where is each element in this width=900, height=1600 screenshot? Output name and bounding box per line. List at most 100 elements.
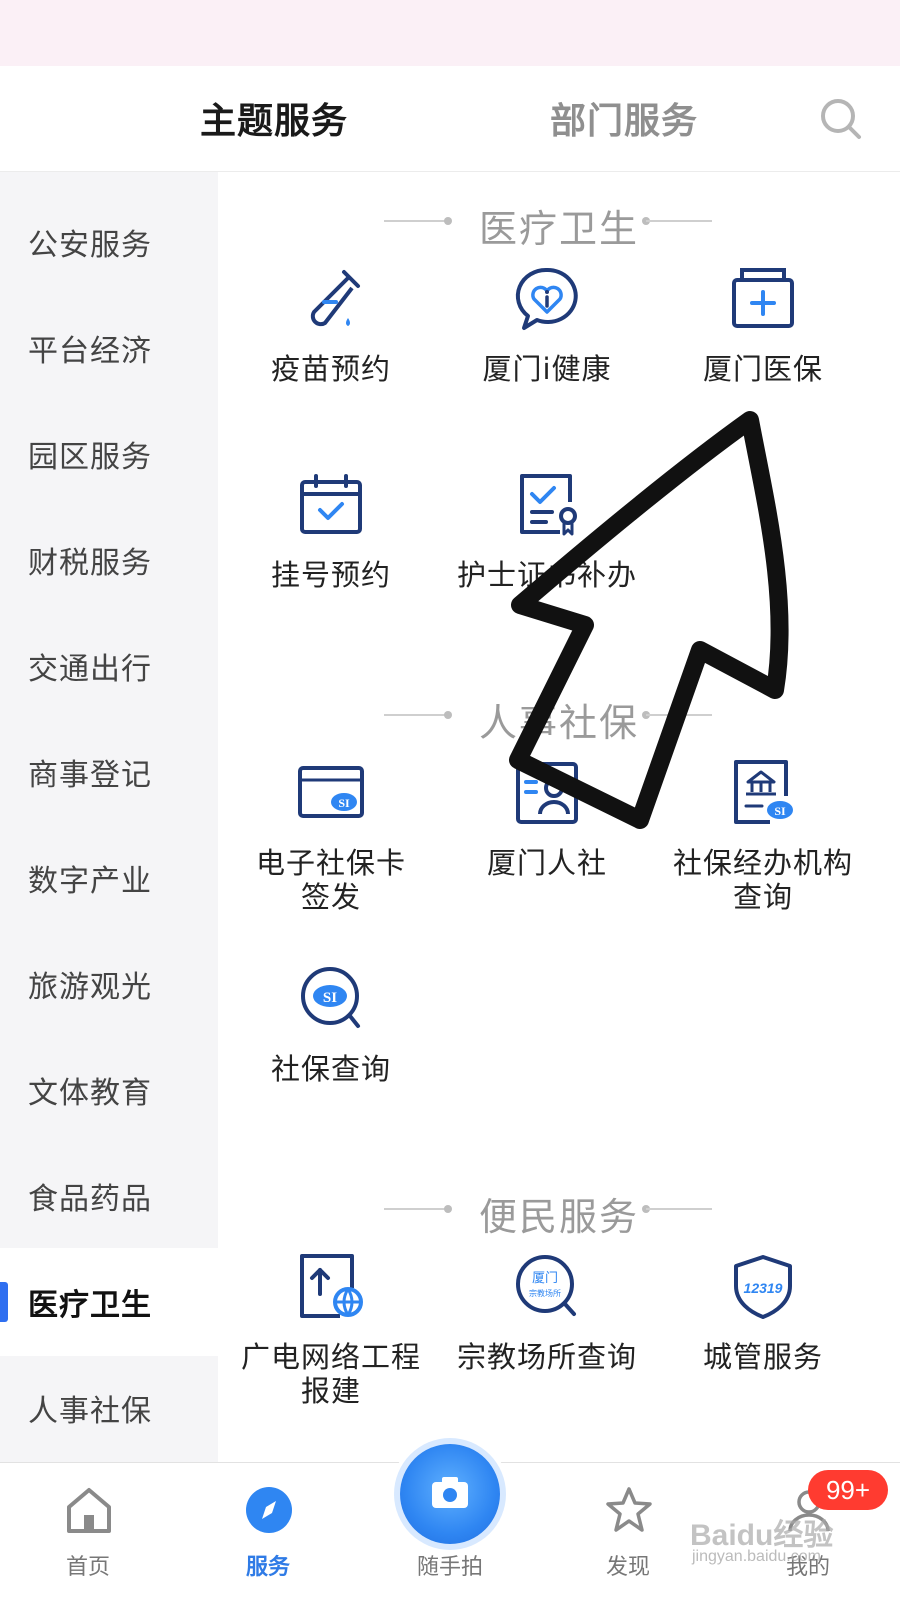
service-label: 社保经办机构 查询 bbox=[650, 846, 876, 914]
sidebar-item-food-drugs[interactable]: 食品药品 bbox=[0, 1142, 218, 1250]
service-broadcast-network-filing[interactable]: 广电网络工程 报建 bbox=[218, 1254, 444, 1434]
institution-doc-icon: SI bbox=[734, 760, 793, 824]
sidebar-item-label: 食品药品 bbox=[28, 1182, 152, 1217]
sidebar-item-park-services[interactable]: 园区服务 bbox=[0, 400, 218, 508]
nav-home[interactable]: 首页 bbox=[8, 1463, 168, 1600]
section-title-healthcare: 医疗卫生 bbox=[478, 207, 639, 251]
service-label: 电子社保卡 签发 bbox=[218, 846, 444, 914]
compass-icon bbox=[246, 1487, 292, 1533]
service-label-line: 广电网络工程 bbox=[240, 1340, 421, 1374]
icon-text-xiamen: 厦门 bbox=[532, 1271, 558, 1286]
service-vaccine-booking[interactable]: 疫苗预约 bbox=[218, 266, 444, 446]
medical-kit-icon bbox=[732, 268, 794, 328]
nav-services[interactable]: 服务 bbox=[188, 1463, 348, 1600]
certificate-icon bbox=[520, 474, 577, 536]
service-label: 护士证书补办 bbox=[456, 558, 637, 592]
sidebar-item-hr-social-security[interactable]: 人事社保 bbox=[0, 1354, 218, 1462]
sidebar-item-label: 旅游观光 bbox=[28, 970, 152, 1005]
id-card-icon bbox=[516, 762, 578, 824]
service-religious-venue-query[interactable]: 厦门 宗教场所 宗教场所查询 bbox=[434, 1254, 660, 1434]
upload-globe-icon bbox=[300, 1254, 363, 1318]
nav-label: 发现 bbox=[605, 1555, 650, 1580]
service-label-line: 签发 bbox=[300, 880, 361, 914]
icon-text-12319: 12319 bbox=[744, 1280, 783, 1296]
sidebar-item-label: 商事登记 bbox=[28, 758, 152, 793]
service-label: 挂号预约 bbox=[270, 558, 391, 592]
active-indicator bbox=[0, 1282, 8, 1322]
service-xiamen-ihealth[interactable]: 厦门i健康 bbox=[434, 266, 660, 446]
sidebar-item-label: 财税服务 bbox=[28, 546, 152, 581]
shield-12319-icon: 12319 bbox=[734, 1255, 792, 1319]
service-e-social-security-card[interactable]: SI 电子社保卡 签发 bbox=[218, 760, 444, 940]
nav-discover[interactable]: 发现 bbox=[548, 1463, 708, 1600]
section-divider-right bbox=[646, 220, 712, 222]
service-label: 厦门医保 bbox=[702, 352, 823, 386]
sidebar-item-label: 人事社保 bbox=[28, 1394, 152, 1429]
camera-button[interactable] bbox=[390, 1434, 510, 1554]
sidebar-item-label: 医疗卫生 bbox=[28, 1288, 152, 1323]
social-security-card-icon: SI bbox=[298, 766, 364, 818]
notification-badge: 99+ bbox=[808, 1470, 888, 1510]
service-label: 厦门人社 bbox=[486, 846, 607, 880]
nav-label: 首页 bbox=[65, 1555, 110, 1580]
service-label: 城管服务 bbox=[702, 1340, 823, 1374]
sidebar-item-transportation[interactable]: 交通出行 bbox=[0, 612, 218, 720]
sidebar-item-label: 数字产业 bbox=[28, 864, 152, 899]
camera-button-inner bbox=[400, 1444, 500, 1544]
service-registration-booking[interactable]: 挂号预约 bbox=[218, 472, 444, 652]
service-nurse-certificate-reissue[interactable]: 护士证书补办 bbox=[434, 472, 660, 652]
tab-topic-services[interactable]: 主题服务 bbox=[200, 92, 348, 144]
sidebar-item-healthcare[interactable]: 医疗卫生 bbox=[0, 1248, 218, 1356]
home-icon bbox=[67, 1488, 111, 1533]
svg-text:SI: SI bbox=[338, 796, 350, 810]
service-label-line: 社保经办机构 bbox=[672, 846, 853, 880]
social-security-search-icon: SI bbox=[301, 967, 360, 1028]
sidebar-item-label: 交通出行 bbox=[28, 652, 152, 687]
test-tube-icon bbox=[310, 270, 360, 327]
sidebar-item-platform-economy[interactable]: 平台经济 bbox=[0, 294, 218, 402]
sidebar-item-public-security[interactable]: 公安服务 bbox=[0, 188, 218, 296]
sidebar-item-digital-industry[interactable]: 数字产业 bbox=[0, 824, 218, 932]
service-xiamen-medical-insurance[interactable]: 厦门医保 bbox=[650, 266, 876, 446]
search-icon[interactable] bbox=[818, 96, 864, 142]
icon-text-religious: 宗教场所 bbox=[529, 1288, 561, 1298]
section-title-hr-social-security: 人事社保 bbox=[478, 701, 639, 745]
section-divider-right bbox=[646, 714, 712, 716]
service-label: 宗教场所查询 bbox=[456, 1340, 637, 1374]
camera-icon bbox=[432, 1477, 468, 1508]
heart-chat-icon bbox=[515, 267, 578, 330]
svg-text:SI: SI bbox=[774, 804, 786, 818]
service-content: 医疗卫生 疫苗预约 厦门i健康 厦门医保 挂号预约 护士证书补办 人事社保 SI… bbox=[218, 172, 900, 1492]
sidebar-item-culture-education[interactable]: 文体教育 bbox=[0, 1036, 218, 1144]
section-title-convenience-services: 便民服务 bbox=[478, 1195, 639, 1239]
service-label-line: 查询 bbox=[732, 880, 793, 914]
service-urban-management[interactable]: 12319 城管服务 bbox=[650, 1254, 876, 1434]
tab-department-services[interactable]: 部门服务 bbox=[550, 92, 698, 144]
calendar-check-icon bbox=[300, 474, 362, 534]
sidebar-item-label: 平台经济 bbox=[28, 334, 152, 369]
category-sidebar: 公安服务 平台经济 园区服务 财税服务 交通出行 商事登记 数字产业 旅游观光 … bbox=[0, 172, 218, 1492]
sidebar-item-label: 文体教育 bbox=[28, 1076, 152, 1111]
sidebar-item-tourism[interactable]: 旅游观光 bbox=[0, 930, 218, 1038]
service-label-line: 电子社保卡 bbox=[255, 846, 406, 880]
section-divider-right bbox=[646, 1208, 712, 1210]
star-icon bbox=[606, 1487, 652, 1532]
religious-search-icon: 厦门 宗教场所 bbox=[516, 1255, 576, 1316]
watermark-url: jingyan.baidu.com bbox=[692, 1548, 821, 1565]
top-tab-bar: 主题服务 部门服务 bbox=[0, 66, 900, 172]
service-label-line: 报建 bbox=[300, 1374, 361, 1408]
app-screen: 主题服务 部门服务 公安服务 平台经济 园区服务 财税服务 交通出行 商事登记 … bbox=[0, 0, 900, 1600]
sidebar-item-business-registration[interactable]: 商事登记 bbox=[0, 718, 218, 826]
sidebar-item-label: 公安服务 bbox=[28, 228, 152, 263]
service-xiamen-hr[interactable]: 厦门人社 bbox=[434, 760, 660, 940]
status-bar bbox=[0, 0, 900, 66]
sidebar-item-label: 园区服务 bbox=[28, 440, 152, 475]
service-social-security-agency-query[interactable]: SI 社保经办机构 查询 bbox=[650, 760, 876, 940]
service-label: 疫苗预约 bbox=[270, 352, 391, 386]
service-social-security-query[interactable]: SI 社保查询 bbox=[218, 966, 444, 1146]
service-label: 社保查询 bbox=[270, 1052, 391, 1086]
nav-label: 服务 bbox=[245, 1555, 290, 1580]
sidebar-item-tax-services[interactable]: 财税服务 bbox=[0, 506, 218, 614]
service-label: 厦门i健康 bbox=[482, 352, 612, 386]
svg-text:SI: SI bbox=[323, 990, 337, 1006]
